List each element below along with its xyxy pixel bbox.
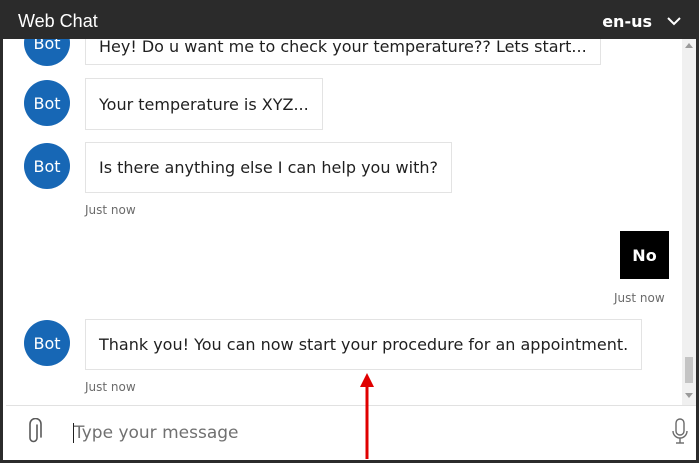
- bot-avatar: Bot: [24, 320, 70, 366]
- message-timestamp: Just now: [85, 203, 136, 217]
- user-message: No: [620, 231, 669, 279]
- transcript-scrollbar[interactable]: [682, 39, 696, 405]
- language-selector[interactable]: en-us: [602, 12, 652, 31]
- chat-title: Web Chat: [18, 11, 98, 31]
- bot-message: Is there anything else I can help you wi…: [85, 142, 452, 193]
- bot-avatar: Bot: [24, 143, 70, 189]
- message-timestamp: Just now: [614, 291, 665, 305]
- send-box: [6, 405, 696, 457]
- message-timestamp: Just now: [85, 380, 136, 394]
- bot-message: Hey! Do u want me to check your temperat…: [85, 39, 601, 65]
- message-input[interactable]: [74, 418, 634, 448]
- bot-message: Your temperature is XYZ...: [85, 78, 323, 130]
- bot-message: Thank you! You can now start your proced…: [85, 319, 643, 370]
- scroll-down-arrow-icon[interactable]: [685, 393, 693, 398]
- red-arrow-annotation-icon: [360, 373, 374, 459]
- microphone-icon[interactable]: [670, 417, 690, 447]
- scroll-thumb[interactable]: [685, 357, 693, 383]
- bot-avatar: Bot: [24, 39, 70, 66]
- paperclip-icon[interactable]: [24, 418, 44, 446]
- message-transcript[interactable]: Bot Hey! Do u want me to check your temp…: [6, 39, 682, 405]
- scroll-up-arrow-icon[interactable]: [685, 43, 693, 48]
- chat-header: Web Chat en-us: [3, 3, 696, 39]
- chevron-down-icon[interactable]: [664, 11, 684, 31]
- bot-avatar: Bot: [24, 80, 70, 126]
- web-chat-window: Web Chat en-us Bot Hey! Do u want me to …: [0, 0, 699, 463]
